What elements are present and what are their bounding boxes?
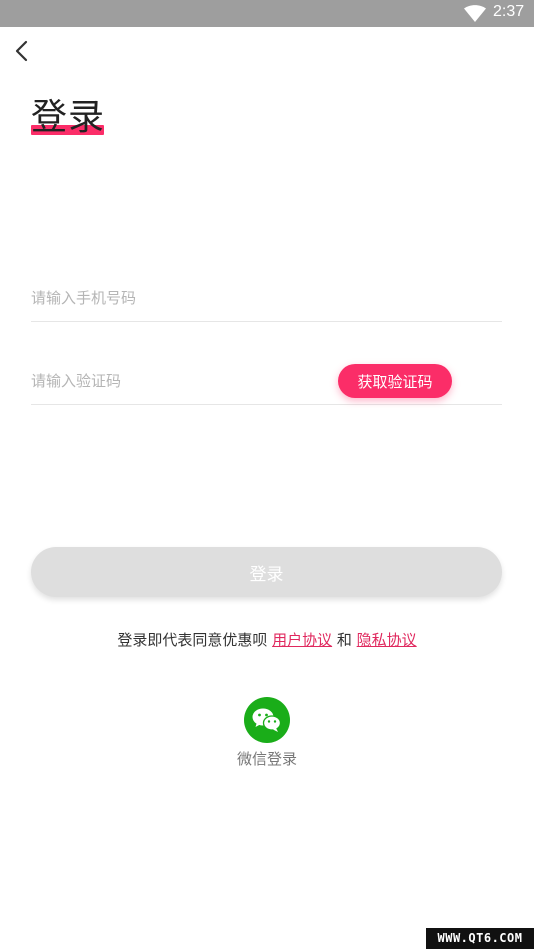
user-agreement-link[interactable]: 用户协议 bbox=[272, 631, 332, 649]
status-time: 2:37 bbox=[493, 3, 525, 20]
page-title: 登录 bbox=[31, 97, 106, 138]
phone-field bbox=[31, 278, 502, 322]
wechat-icon bbox=[252, 708, 282, 732]
status-bar: 2:37 bbox=[0, 0, 534, 27]
phone-input[interactable] bbox=[31, 278, 321, 318]
privacy-policy-link[interactable]: 隐私协议 bbox=[357, 631, 417, 649]
wechat-login-button[interactable] bbox=[244, 697, 290, 743]
chevron-left-icon bbox=[15, 40, 28, 62]
back-button[interactable] bbox=[8, 36, 38, 66]
agreement-conjunction: 和 bbox=[332, 631, 357, 649]
watermark: WWW.QT6.COM bbox=[426, 928, 534, 949]
login-button[interactable]: 登录 bbox=[31, 547, 502, 597]
get-code-button[interactable]: 获取验证码 bbox=[338, 364, 452, 398]
agreement-prefix: 登录即代表同意优惠呗 bbox=[117, 631, 273, 649]
wechat-login-label: 微信登录 bbox=[236, 750, 297, 768]
code-field: 获取验证码 bbox=[31, 361, 502, 405]
wifi-icon bbox=[464, 5, 486, 22]
verification-code-input[interactable] bbox=[31, 361, 321, 401]
agreement-text: 登录即代表同意优惠呗 用户协议 和 隐私协议 bbox=[0, 629, 534, 650]
